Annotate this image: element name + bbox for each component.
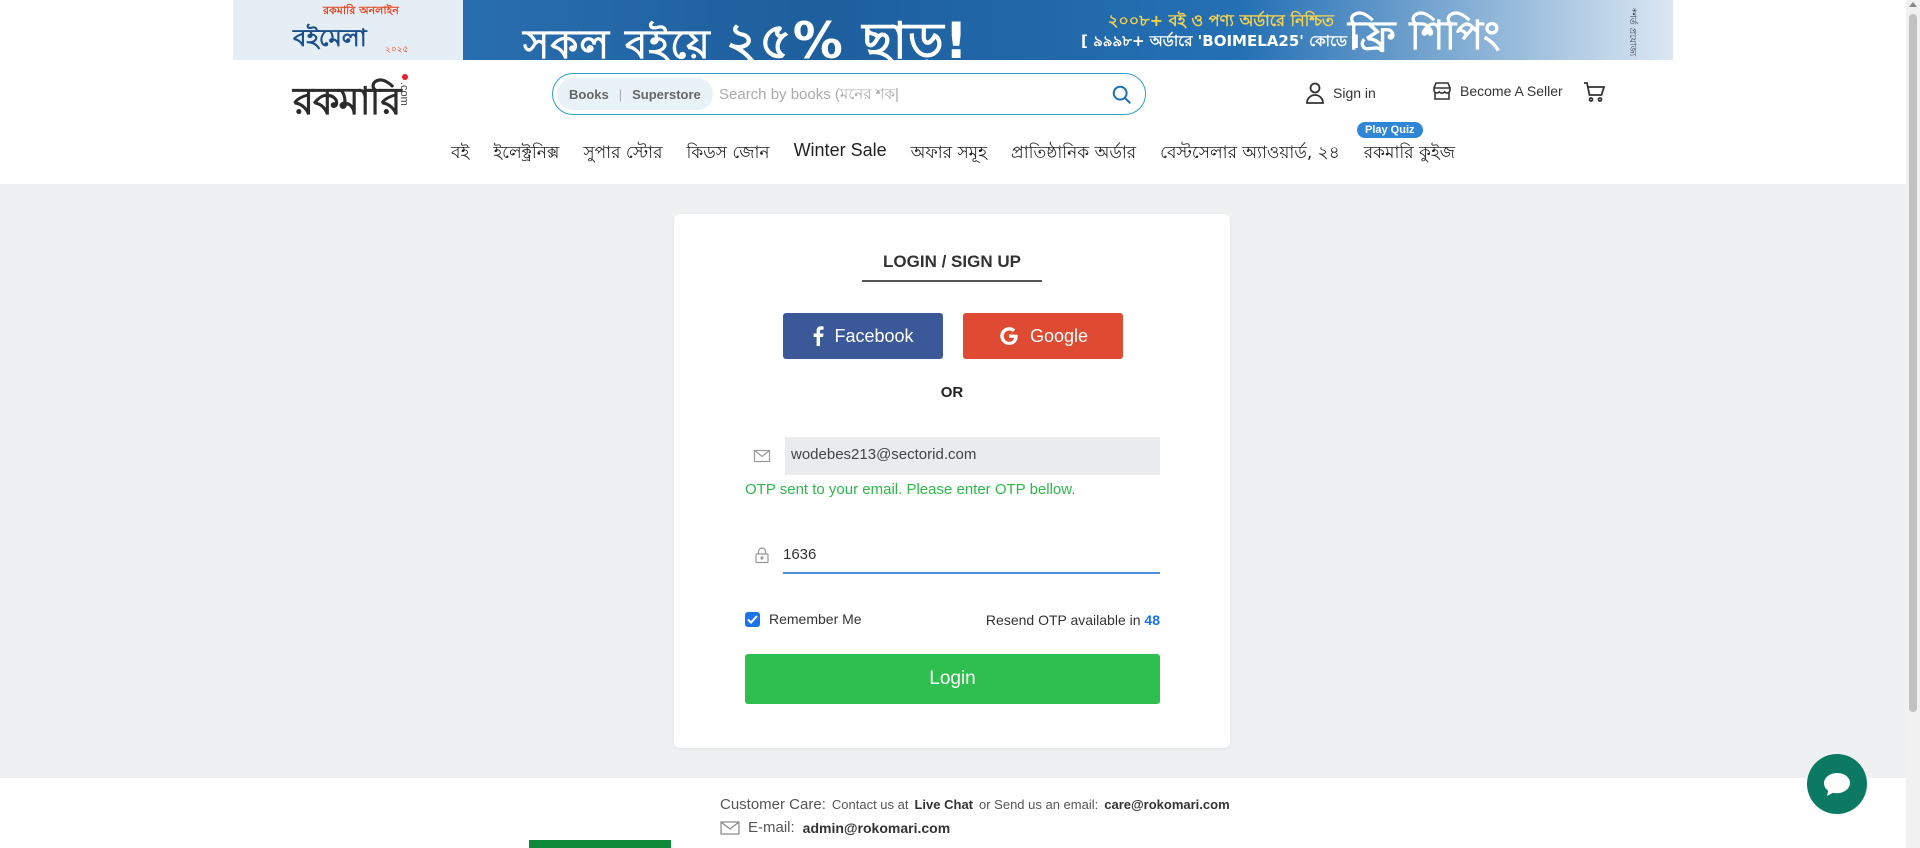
store-icon — [1433, 82, 1451, 100]
search-input[interactable] — [719, 82, 1099, 106]
otp-input[interactable] — [783, 536, 1160, 574]
become-seller-link[interactable]: Become A Seller — [1432, 82, 1563, 100]
google-label: Google — [1029, 325, 1089, 346]
banner-logo-top: রকমারি অনলাইন — [323, 4, 399, 17]
nav-item-winter-sale[interactable]: Winter Sale — [794, 140, 887, 180]
facebook-icon — [814, 326, 825, 346]
page: রকমারি অনলাইন বইমেলা ২০২৫ সকল বইয়ে ২৫% … — [0, 0, 1906, 848]
banner-discount: ২৫% ছাড়! — [725, 12, 969, 60]
or-divider: OR — [940, 384, 964, 401]
banner-headline-text: সকল বইয়ে — [523, 22, 711, 60]
nav-item-bestseller-award[interactable]: বেস্টসেলার অ্যাওয়ার্ড, ২৪ — [1160, 140, 1340, 180]
banner-free-shipping: ফ্রি শিপিং — [1348, 13, 1501, 59]
nav-item-kids-zone[interactable]: কিডস জোন — [686, 140, 769, 180]
chat-bubble-icon — [1824, 773, 1850, 796]
google-icon — [1000, 327, 1018, 345]
google-login-button[interactable]: Google — [963, 313, 1123, 359]
nav-item-offers[interactable]: অফার সমূহ — [911, 140, 987, 180]
sign-in-link[interactable]: Sign in — [1305, 82, 1376, 104]
banner-logo-main: বইমেলা — [293, 24, 367, 52]
cart-icon[interactable] — [1583, 82, 1605, 102]
title-underline — [862, 280, 1042, 282]
become-seller-label: Become A Seller — [1460, 83, 1563, 99]
scrollbar-thumb[interactable] — [1909, 14, 1917, 712]
site-header: রকমারি .com Books | Superstore Sign in B… — [0, 60, 1906, 184]
promo-banner-wrap: রকমারি অনলাইন বইমেলা ২০২৫ সকল বইয়ে ২৫% … — [0, 0, 1906, 60]
nav-item-superstore[interactable]: সুপার স্টোর — [583, 140, 662, 180]
nav-item-electronics[interactable]: ইলেক্ট্রনিক্স — [493, 140, 559, 180]
live-chat-button[interactable] — [1807, 754, 1867, 814]
search-tab-superstore[interactable]: Superstore — [632, 87, 701, 102]
banner-logo-area: রকমারি অনলাইন বইমেলা ২০২৫ — [233, 0, 463, 60]
nav-item-institutional-order[interactable]: প্রাতিষ্ঠানিক অর্ডার — [1011, 140, 1136, 180]
footer-logo — [529, 840, 671, 848]
play-quiz-badge[interactable]: Play Quiz — [1357, 122, 1423, 138]
login-button[interactable]: Login — [745, 654, 1160, 704]
scroll-up-arrow-icon[interactable] — [1909, 2, 1917, 7]
envelope-icon — [753, 449, 771, 463]
mail-icon — [720, 820, 740, 835]
facebook-login-button[interactable]: Facebook — [783, 313, 943, 359]
check-icon — [747, 614, 758, 624]
admin-email-line: E-mail: admin@rokomari.com — [720, 819, 950, 836]
search-icon[interactable] — [1111, 84, 1133, 106]
search-tab-separator: | — [618, 86, 623, 102]
resend-otp-label: Resend OTP available in — [985, 612, 1141, 628]
care-email-link[interactable]: care@rokomari.com — [1104, 797, 1229, 812]
nav-item-books[interactable]: বই — [451, 140, 469, 180]
search-tab-books[interactable]: Books — [569, 87, 609, 102]
banner-mid-line2: [ ৯৯৯৮+ অর্ডারে 'BOIMELA25' কোডে ] — [1081, 32, 1360, 50]
logo-dot — [402, 74, 408, 80]
promo-banner[interactable]: রকমারি অনলাইন বইমেলা ২০২৫ সকল বইয়ে ২৫% … — [233, 0, 1673, 60]
otp-field-row — [745, 536, 1160, 574]
logo-suffix: .com — [398, 82, 410, 106]
live-chat-link[interactable]: Live Chat — [914, 797, 973, 812]
contact-prefix: Contact us at — [831, 797, 909, 812]
email-field[interactable]: wodebes213@sectorid.com — [785, 437, 1160, 475]
login-card: LOGIN / SIGN UP Facebook Google OR wodeb… — [674, 214, 1230, 748]
user-icon — [1306, 82, 1324, 104]
main-nav: বই ইলেক্ট্রনিক্স সুপার স্টোর কিডস জোন Wi… — [0, 140, 1906, 180]
site-footer: Customer Care: Contact us at Live Chat o… — [0, 778, 1906, 848]
remember-me-checkbox[interactable] — [745, 611, 760, 627]
email-field-row: wodebes213@sectorid.com — [745, 437, 1160, 475]
admin-email-link[interactable]: admin@rokomari.com — [803, 820, 950, 836]
lock-icon — [755, 547, 769, 564]
resend-otp-countdown: 48 — [1144, 612, 1160, 628]
remember-me[interactable]: Remember Me — [745, 611, 862, 627]
banner-logo-sub: ২০২৫ — [385, 45, 409, 55]
page-scrollbar[interactable] — [1906, 0, 1920, 848]
customer-care-label: Customer Care: — [720, 796, 826, 813]
sign-in-label: Sign in — [1333, 85, 1376, 101]
search-scope-tabs: Books | Superstore — [557, 78, 713, 110]
resend-otp-timer: Resend OTP available in 48 — [986, 612, 1160, 628]
facebook-label: Facebook — [834, 325, 914, 346]
customer-care-line: Customer Care: Contact us at Live Chat o… — [720, 796, 1230, 813]
login-title: LOGIN / SIGN UP — [883, 252, 1021, 271]
banner-note: *শর্ত প্রযোজ্য — [1627, 8, 1637, 57]
nav-item-quiz[interactable]: রকমারি কুইজ — [1364, 140, 1455, 180]
remember-me-label: Remember Me — [769, 611, 862, 627]
site-logo[interactable]: রকমারি — [293, 72, 401, 136]
otp-sent-message: OTP sent to your email. Please enter OTP… — [745, 481, 1076, 498]
email-prefix: or Send us an email: — [979, 797, 1099, 812]
email-label: E-mail: — [748, 819, 795, 836]
search-bar: Books | Superstore — [552, 73, 1146, 115]
banner-headline: সকল বইয়ে ২৫% ছাড়! — [523, 4, 969, 60]
